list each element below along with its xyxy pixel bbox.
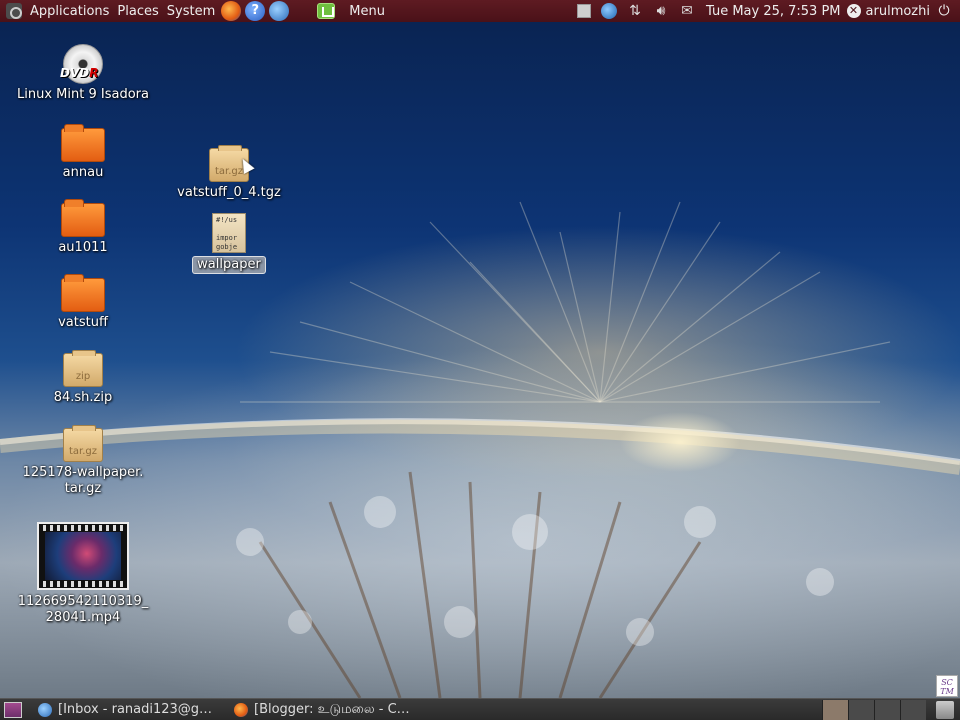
mail-icon[interactable]: ✉︎ [679,3,695,19]
folder-icon [61,199,105,237]
archive-icon: tar.gz [63,425,103,462]
clock[interactable]: Tue May 25, 7:53 PM [706,4,841,19]
desktop-icon-label: 84.sh.zip [53,390,113,405]
desktop-icon-wallpaper-tar-gz[interactable]: tar.gz 125178-wallpaper. tar.gz [13,425,153,497]
workspace-4[interactable] [900,699,926,720]
desktop-icon-au1011[interactable]: au1011 [13,199,153,256]
watermark-logo: SC TM [936,675,958,697]
desktop-icon-vatstuff-tgz[interactable]: tar.gz vatstuff_0_4.tgz [159,145,299,201]
mint-logo-icon[interactable] [6,3,22,19]
thunderbird-icon [38,702,52,717]
archive-icon: zip [63,350,103,387]
workspace-3[interactable] [874,699,900,720]
firefox-icon [234,702,248,717]
desktop-icon-label: 125178-wallpaper. tar.gz [22,465,144,496]
show-desktop-icon[interactable] [4,701,22,718]
places-menu[interactable]: Places [113,4,162,19]
volume-icon[interactable]: 🔊︎ [653,3,669,19]
workspace-1[interactable] [822,699,848,720]
workspace-box-icon[interactable] [576,4,591,18]
user-switcher[interactable]: ✕ arulmozhi [846,3,930,19]
top-panel: Applications Places System ? Menu ⇅ 🔊︎ ✉… [0,0,960,22]
mint-menu-button[interactable]: Menu [317,3,385,19]
desktop-icon-label: au1011 [58,240,108,255]
thunderbird-icon[interactable] [269,1,290,21]
workspace-2[interactable] [848,699,874,720]
taskbar-item-firefox[interactable]: [Blogger: உடுமலை - Cre... [228,700,418,720]
taskbar-item-label: [Blogger: உடுமலை - Cre... [254,701,412,717]
mint-menu-label: Menu [349,3,385,19]
applications-menu[interactable]: Applications [26,4,113,19]
trash-icon[interactable] [936,700,954,719]
user-status-icon: ✕ [846,4,861,18]
network-globe-icon[interactable] [600,3,617,19]
help-icon[interactable]: ? [245,1,266,21]
folder-icon [61,124,105,162]
desktop-icon-label: vatstuff [58,315,108,330]
desktop-icon-84-sh-zip[interactable]: zip 84.sh.zip [13,350,153,406]
user-name: arulmozhi [865,3,930,19]
desktop-icon-vatstuff[interactable]: vatstuff [13,274,153,331]
workspace-switcher [822,699,926,720]
desktop-icon-label: wallpaper [192,256,266,274]
power-icon[interactable]: ⏻ [936,3,952,19]
desktop-icon-label: 112669542110319_ 28041.mp4 [17,594,149,625]
firefox-icon[interactable] [221,1,242,21]
mint-menu-icon [317,3,336,19]
folder-icon [61,274,105,312]
system-menu[interactable]: System [163,4,219,19]
dvd-icon: DVDR [60,44,103,84]
taskbar-item-label: [Inbox - ranadi123@gm... [58,702,216,717]
system-tray: ⇅ 🔊︎ ✉︎ Tue May 25, 7:53 PM ✕ arulmozhi … [572,0,960,22]
desktop-icon-mp4[interactable]: 112669542110319_ 28041.mp4 [13,522,153,626]
desktop-icon-wallpaper[interactable]: #!/us impor gobje wallpaper [159,213,299,274]
script-file-icon: #!/us impor gobje [212,213,246,253]
desktop-icon-label: vatstuff_0_4.tgz [177,185,281,200]
desktop-icon-label: Linux Mint 9 Isadora [17,87,149,102]
transfer-arrows-icon[interactable]: ⇅ [627,3,643,19]
taskbar-item-thunderbird[interactable]: [Inbox - ranadi123@gm... [32,700,222,720]
desktop-icon-dvd[interactable]: DVDR Linux Mint 9 Isadora [13,44,153,103]
desktop-icon-annau[interactable]: annau [13,124,153,181]
video-thumbnail [37,522,129,590]
bottom-panel: [Inbox - ranadi123@gm... [Blogger: உடுமல… [0,698,960,720]
desktop-icon-label: annau [62,165,104,180]
